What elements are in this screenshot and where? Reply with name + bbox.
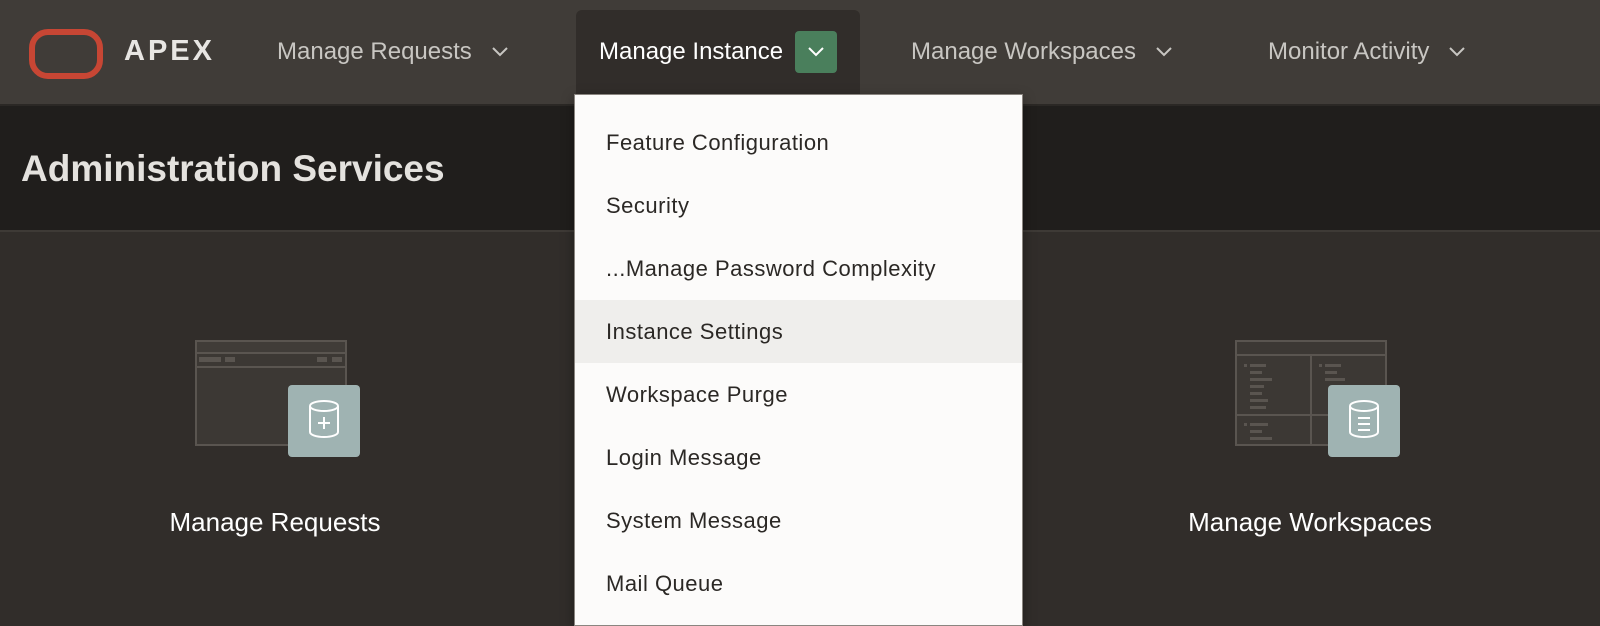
card-label: Manage Requests bbox=[169, 507, 381, 537]
nav-label: Manage Instance bbox=[599, 38, 784, 65]
chevron-down-icon[interactable] bbox=[795, 31, 838, 73]
database-add-icon bbox=[195, 340, 360, 457]
oracle-logo-icon[interactable] bbox=[29, 29, 103, 79]
nav-manage-requests[interactable]: Manage Requests bbox=[277, 0, 508, 104]
menu-item-security[interactable]: Security bbox=[575, 174, 1022, 237]
nav-label: Manage Requests bbox=[277, 38, 472, 65]
menu-item-feature-configuration[interactable]: Feature Configuration bbox=[575, 111, 1022, 174]
top-navigation-bar: APEX Manage Requests Manage Instance Man… bbox=[0, 0, 1600, 106]
nav-label: Monitor Activity bbox=[1268, 38, 1430, 65]
nav-label: Manage Workspaces bbox=[911, 38, 1136, 65]
menu-item-instance-settings[interactable]: Instance Settings bbox=[575, 300, 1022, 363]
chevron-down-icon bbox=[1156, 44, 1172, 60]
menu-item-workspace-purge[interactable]: Workspace Purge bbox=[575, 363, 1022, 426]
page-title: Administration Services bbox=[21, 148, 445, 189]
nav-manage-instance[interactable]: Manage Instance bbox=[576, 10, 861, 94]
menu-item-manage-password-complexity[interactable]: ...Manage Password Complexity bbox=[575, 237, 1022, 300]
menu-item-login-message[interactable]: Login Message bbox=[575, 426, 1022, 489]
chevron-down-icon bbox=[1449, 44, 1466, 60]
nav-manage-workspaces[interactable]: Manage Workspaces bbox=[911, 0, 1172, 104]
manage-instance-dropdown-menu: Feature Configuration Security ...Manage… bbox=[574, 94, 1023, 626]
database-list-icon bbox=[1235, 340, 1400, 457]
menu-item-mail-queue[interactable]: Mail Queue bbox=[575, 552, 1022, 615]
card-label: Manage Workspaces bbox=[1188, 507, 1432, 537]
chevron-down-icon bbox=[492, 44, 508, 60]
card-manage-workspaces[interactable]: Manage Workspaces bbox=[1160, 340, 1460, 560]
nav-monitor-activity[interactable]: Monitor Activity bbox=[1268, 0, 1466, 104]
card-manage-requests[interactable]: Manage Requests bbox=[150, 340, 400, 560]
menu-item-system-message[interactable]: System Message bbox=[575, 489, 1022, 552]
brand-name[interactable]: APEX bbox=[124, 35, 215, 68]
